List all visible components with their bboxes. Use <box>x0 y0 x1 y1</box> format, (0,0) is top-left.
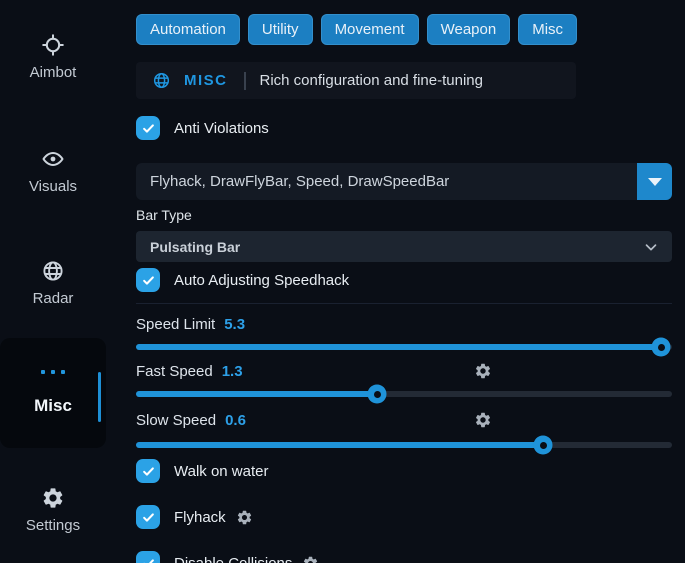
section-divider <box>136 303 672 304</box>
slider-handle[interactable] <box>652 338 671 357</box>
bar-type-select[interactable]: Pulsating Bar <box>136 231 672 262</box>
header-divider <box>244 72 246 90</box>
gear-icon <box>41 486 65 510</box>
tab-label: Weapon <box>441 21 497 38</box>
cheat-menu-window: Aimbot Visuals Radar Misc Settings Autom… <box>0 0 685 563</box>
tab-movement[interactable]: Movement <box>321 14 419 45</box>
section-header: MISC Rich configuration and fine-tuning <box>136 62 576 99</box>
tab-label: Movement <box>335 21 405 38</box>
gear-icon[interactable] <box>474 362 492 380</box>
globe-icon <box>152 71 171 90</box>
gear-icon[interactable] <box>474 411 492 429</box>
check-icon <box>141 121 156 136</box>
flyhack-row[interactable]: Flyhack <box>136 504 672 530</box>
section-title: MISC <box>184 72 228 89</box>
slider-fill <box>136 344 661 350</box>
disable-collisions-row[interactable]: Disable Collisions <box>136 550 672 563</box>
slider-value: 0.6 <box>225 412 246 429</box>
tab-label: Misc <box>532 21 563 38</box>
speed-limit-slider[interactable] <box>136 343 672 351</box>
sidebar-item-settings[interactable]: Settings <box>0 486 106 534</box>
tab-label: Automation <box>150 21 226 38</box>
speed-limit-label-row: Speed Limit 5.3 <box>136 315 672 333</box>
auto-speedhack-row[interactable]: Auto Adjusting Speedhack <box>136 267 672 293</box>
active-indicator-bar <box>98 372 101 422</box>
disable-collisions-checkbox[interactable] <box>136 551 160 563</box>
gear-icon[interactable] <box>302 555 319 563</box>
globe-icon <box>41 259 65 283</box>
triangle-down-icon <box>648 178 662 186</box>
slow-speed-slider[interactable] <box>136 441 672 449</box>
checkbox-label: Anti Violations <box>174 120 269 137</box>
tab-misc[interactable]: Misc <box>518 14 577 45</box>
sidebar: Aimbot Visuals Radar Misc Settings <box>0 0 136 563</box>
tab-utility[interactable]: Utility <box>248 14 313 45</box>
sidebar-item-label: Aimbot <box>30 64 77 81</box>
fast-speed-slider[interactable] <box>136 390 672 398</box>
slider-fill <box>136 442 543 448</box>
check-icon <box>141 556 156 563</box>
anti-violations-checkbox[interactable] <box>136 116 160 140</box>
check-icon <box>141 464 156 479</box>
auto-speedhack-checkbox[interactable] <box>136 268 160 292</box>
bar-type-label: Bar Type <box>136 207 672 223</box>
slow-speed-label-row: Slow Speed 0.6 <box>136 411 672 429</box>
tab-automation[interactable]: Automation <box>136 14 240 45</box>
slider-handle[interactable] <box>534 436 553 455</box>
sidebar-item-label: Visuals <box>29 178 77 195</box>
checkbox-label: Flyhack <box>174 509 226 526</box>
slider-fill <box>136 391 377 397</box>
sidebar-item-radar[interactable]: Radar <box>0 259 106 307</box>
select-value: Pulsating Bar <box>150 239 240 255</box>
slider-label: Fast Speed <box>136 363 213 380</box>
multiselect-dropdown-button[interactable] <box>637 163 672 200</box>
sidebar-item-label: Misc <box>34 396 72 416</box>
checkbox-label: Disable Collisions <box>174 555 292 563</box>
slider-handle[interactable] <box>368 385 387 404</box>
walk-on-water-checkbox[interactable] <box>136 459 160 483</box>
sidebar-item-aimbot[interactable]: Aimbot <box>0 33 106 81</box>
sidebar-item-misc-active[interactable]: Misc <box>0 338 106 448</box>
sidebar-item-visuals[interactable]: Visuals <box>0 147 106 195</box>
gear-icon[interactable] <box>236 509 253 526</box>
checkbox-label: Auto Adjusting Speedhack <box>174 272 349 289</box>
section-subtitle: Rich configuration and fine-tuning <box>260 72 483 89</box>
slider-value: 1.3 <box>222 363 243 380</box>
tab-label: Utility <box>262 21 299 38</box>
anti-violations-row[interactable]: Anti Violations <box>136 115 672 141</box>
eye-icon <box>41 147 65 171</box>
fast-speed-label-row: Fast Speed 1.3 <box>136 362 672 380</box>
bar-multiselect[interactable]: Flyhack, DrawFlyBar, Speed, DrawSpeedBar <box>136 163 672 200</box>
tab-weapon[interactable]: Weapon <box>427 14 511 45</box>
main-panel: Automation Utility Movement Weapon Misc … <box>136 0 672 563</box>
sidebar-item-label: Radar <box>33 290 74 307</box>
chevron-down-icon <box>642 238 660 256</box>
slider-label: Speed Limit <box>136 316 215 333</box>
sidebar-item-label: Settings <box>26 517 80 534</box>
check-icon <box>141 510 156 525</box>
multiselect-value: Flyhack, DrawFlyBar, Speed, DrawSpeedBar <box>150 163 449 200</box>
walk-on-water-row[interactable]: Walk on water <box>136 458 672 484</box>
ellipsis-icon <box>41 370 65 374</box>
crosshair-icon <box>41 33 65 57</box>
category-tabs: Automation Utility Movement Weapon Misc <box>136 14 672 45</box>
slider-label: Slow Speed <box>136 412 216 429</box>
check-icon <box>141 273 156 288</box>
slider-value: 5.3 <box>224 316 245 333</box>
checkbox-label: Walk on water <box>174 463 268 480</box>
flyhack-checkbox[interactable] <box>136 505 160 529</box>
